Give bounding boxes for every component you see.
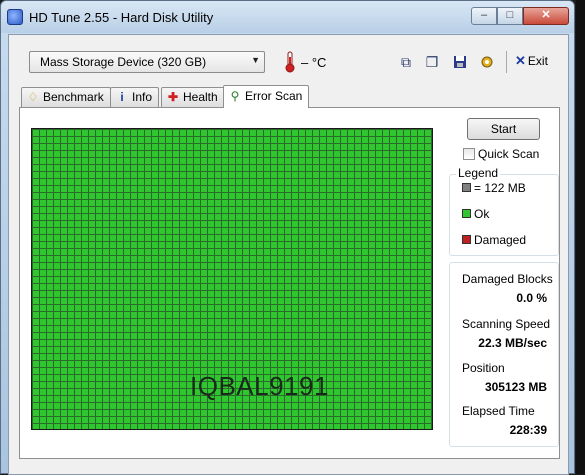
legend-item-ok: Ok — [462, 207, 489, 221]
tab-error-scan[interactable]: ⚲ Error Scan — [223, 85, 310, 108]
legend-item-damaged: Damaged — [462, 233, 526, 247]
copy-info-icon[interactable]: ❐ — [422, 52, 442, 72]
damaged-blocks-label: Damaged Blocks — [462, 272, 553, 286]
elapsed-time-label: Elapsed Time — [462, 404, 535, 418]
title-bar[interactable]: HD Tune 2.55 - Hard Disk Utility – □ ✕ — [1, 1, 574, 33]
magnifier-icon: ⚲ — [230, 89, 240, 103]
exit-label: Exit — [527, 54, 548, 68]
exit-icon: ✕ — [515, 53, 526, 68]
scanning-speed-value: 22.3 MB/sec — [478, 336, 547, 350]
close-button[interactable]: ✕ — [523, 7, 569, 25]
app-icon — [7, 9, 23, 25]
chevron-down-icon: ▼ — [251, 55, 260, 65]
watermark-text: IQBAL9191 — [190, 371, 329, 401]
green-swatch — [462, 209, 471, 218]
toolbar-separator — [506, 51, 507, 73]
drive-select[interactable]: Mass Storage Device (320 GB) ▼ — [29, 51, 265, 73]
benchmark-icon: ♢ — [27, 90, 39, 104]
exit-button[interactable]: ✕ Exit — [515, 53, 555, 73]
start-button[interactable]: Start — [467, 118, 540, 140]
thermometer-icon — [285, 51, 295, 73]
client-area: Mass Storage Device (320 GB) ▼ – °C ⧉ ❐ — [8, 34, 569, 475]
position-value: 305123 MB — [484, 380, 547, 394]
legend-title: Legend — [456, 166, 501, 180]
info-icon: i — [120, 90, 124, 104]
health-icon: ✚ — [167, 90, 179, 104]
desktop-edge — [576, 0, 585, 474]
tab-benchmark[interactable]: ♢ Benchmark — [21, 87, 111, 107]
quick-scan-label: Quick Scan — [478, 147, 540, 161]
app-window: HD Tune 2.55 - Hard Disk Utility – □ ✕ M… — [0, 0, 575, 475]
legend-item-block-size: = 122 MB — [462, 181, 526, 195]
error-scan-panel: IQBAL9191 Start Quick Scan Legend = 122 … — [19, 107, 560, 459]
tab-info[interactable]: i Info — [110, 87, 160, 107]
checkbox-box[interactable] — [463, 148, 475, 160]
tab-strip: ♢ Benchmark i Info ✚ Health ⚲ Error Scan — [21, 85, 561, 108]
minimize-button[interactable]: – — [471, 7, 497, 25]
stats-box — [449, 262, 559, 447]
position-label: Position — [462, 361, 505, 375]
tab-health[interactable]: ✚ Health — [161, 87, 225, 107]
temperature-readout: – °C — [301, 55, 327, 70]
options-icon[interactable] — [477, 52, 497, 72]
copy-icon[interactable]: ⧉ — [396, 52, 416, 72]
damaged-blocks-value: 0.0 % — [516, 291, 547, 305]
save-icon[interactable] — [450, 52, 470, 72]
scanning-speed-label: Scanning Speed — [462, 317, 551, 331]
elapsed-time-value: 228:39 — [509, 423, 547, 437]
drive-select-value: Mass Storage Device (320 GB) — [40, 55, 207, 69]
window-title: HD Tune 2.55 - Hard Disk Utility — [29, 10, 214, 25]
quick-scan-checkbox[interactable]: Quick Scan — [463, 147, 539, 161]
maximize-button[interactable]: □ — [497, 7, 523, 25]
red-swatch — [462, 235, 471, 244]
gray-swatch — [462, 183, 471, 192]
